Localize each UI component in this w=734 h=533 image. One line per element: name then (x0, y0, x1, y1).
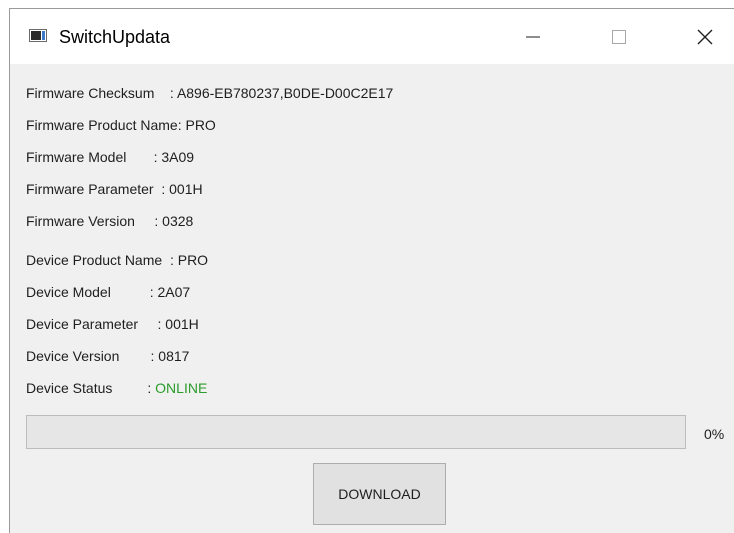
maximize-button[interactable] (596, 9, 642, 64)
firmware-product-name-label: Firmware Product Name: (26, 117, 182, 133)
close-button[interactable] (682, 9, 728, 64)
device-parameter-row: Device Parameter : 001H (26, 315, 199, 333)
device-product-name-row: Device Product Name : PRO (26, 251, 208, 269)
firmware-parameter-value: 001H (169, 181, 203, 197)
firmware-version-row: Firmware Version : 0328 (26, 212, 193, 230)
switchupdata-window: SwitchUpdata Firmware Checksum : A896-EB… (9, 8, 734, 533)
download-button[interactable]: DOWNLOAD (313, 463, 446, 525)
device-model-value: 2A07 (157, 284, 191, 300)
maximize-icon (612, 29, 626, 44)
firmware-parameter-row: Firmware Parameter : 001H (26, 180, 203, 198)
device-status-value: ONLINE (155, 380, 208, 396)
device-status-label: Device Status : (26, 380, 152, 396)
firmware-product-name-row: Firmware Product Name: PRO (26, 116, 216, 134)
firmware-version-label: Firmware Version : (26, 213, 159, 229)
device-model-row: Device Model : 2A07 (26, 283, 190, 301)
device-product-name-label: Device Product Name : (26, 252, 174, 268)
firmware-checksum-row: Firmware Checksum : A896-EB780237,B0DE-D… (26, 84, 393, 102)
minimize-button[interactable] (510, 9, 556, 64)
close-icon (697, 29, 713, 44)
minimize-icon (526, 36, 540, 37)
firmware-checksum-label: Firmware Checksum : (26, 85, 174, 101)
device-parameter-value: 001H (165, 316, 199, 332)
device-product-name-value: PRO (177, 252, 209, 268)
firmware-parameter-label: Firmware Parameter : (26, 181, 166, 197)
device-parameter-label: Device Parameter : (26, 316, 162, 332)
device-version-value: 0817 (158, 348, 190, 364)
firmware-model-label: Firmware Model : (26, 149, 158, 165)
download-progress-bar (26, 415, 686, 449)
device-version-row: Device Version : 0817 (26, 347, 189, 365)
device-version-label: Device Version : (26, 348, 155, 364)
firmware-model-row: Firmware Model : 3A09 (26, 148, 194, 166)
firmware-checksum-value: A896-EB780237,B0DE-D00C2E17 (176, 85, 394, 101)
device-model-label: Device Model : (26, 284, 154, 300)
progress-percent: 0% (704, 426, 725, 442)
firmware-version-value: 0328 (162, 213, 194, 229)
firmware-product-name-value: PRO (185, 117, 216, 133)
title-bar[interactable]: SwitchUpdata (10, 9, 734, 64)
app-window-icon (29, 29, 47, 42)
firmware-model-value: 3A09 (161, 149, 195, 165)
window-title: SwitchUpdata (59, 27, 171, 47)
device-status-row: Device Status : ONLINE (26, 379, 207, 397)
